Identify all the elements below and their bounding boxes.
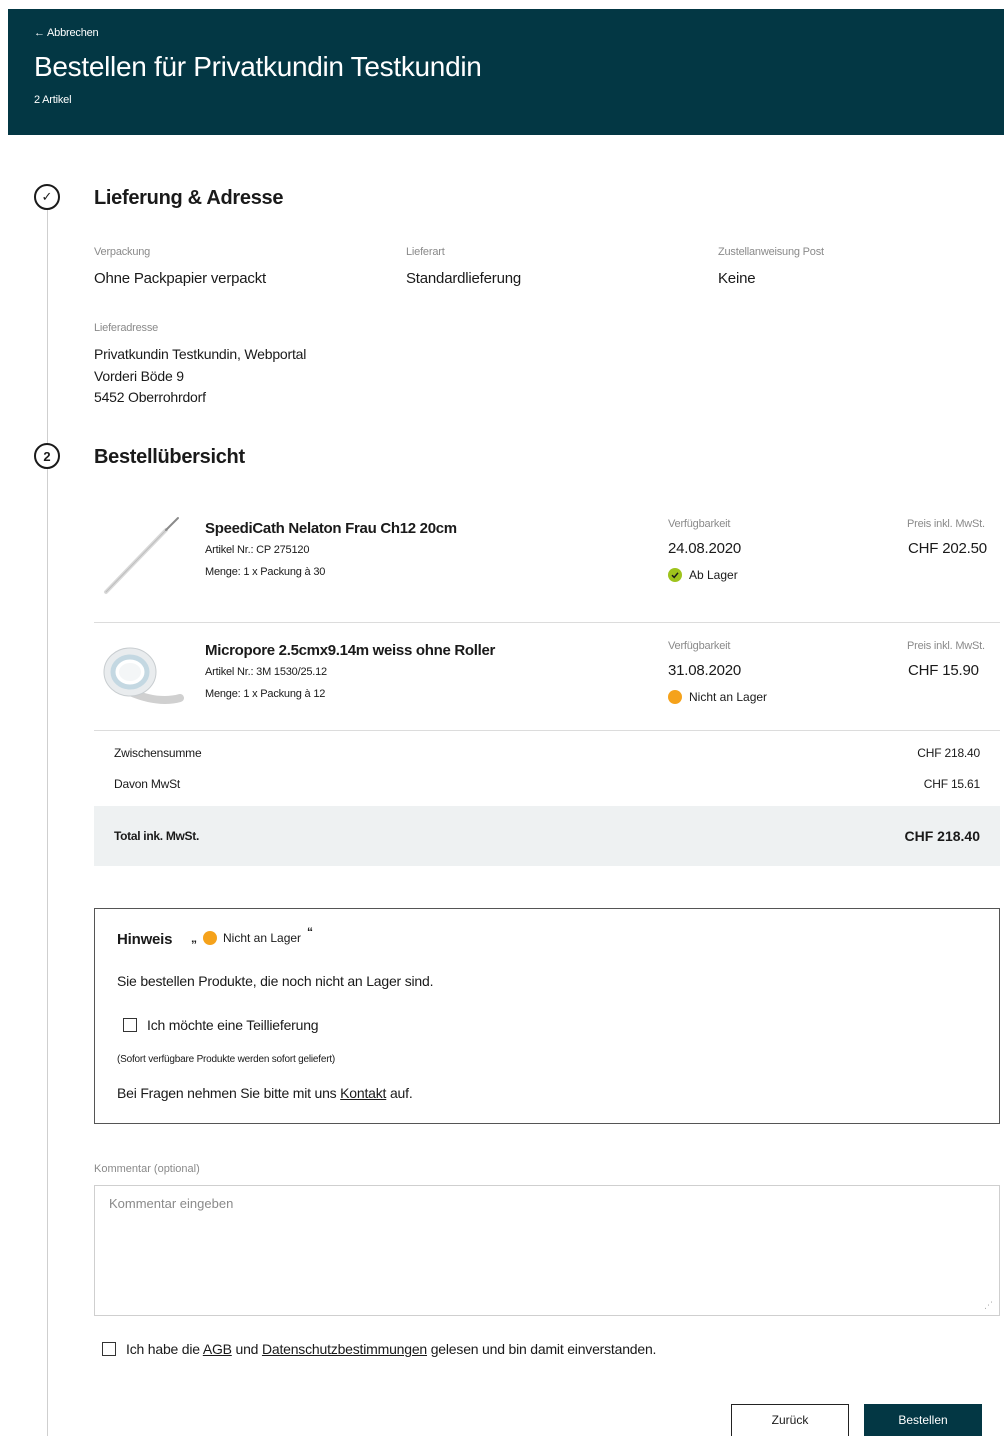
vat-label: Davon MwSt: [114, 777, 181, 791]
out-of-stock-dot-icon: [668, 690, 682, 704]
product-2-article-number: Artikel Nr.: 3M 1530/25.12: [205, 666, 327, 678]
contact-link[interactable]: Kontakt: [340, 1085, 386, 1101]
product-1-availability-label: Verfügbarkeit: [668, 518, 731, 530]
product-2-stock-status: Nicht an Lager: [668, 690, 767, 704]
page-title: Bestellen für Privatkundin Testkundin: [34, 51, 482, 82]
quote-open: „: [191, 931, 197, 945]
delivery-type-value: Standardlieferung: [406, 270, 522, 287]
terms-suffix: gelesen und bin damit einverstanden.: [430, 1341, 657, 1357]
product-1-availability-date: 24.08.2020: [668, 540, 742, 557]
product-1-price-label: Preis inkl. MwSt.: [907, 518, 985, 530]
product-2-name[interactable]: Micropore 2.5cmx9.14m weiss ohne Roller: [205, 642, 495, 659]
item-count: 2 Artikel: [34, 94, 72, 106]
out-of-stock-dot-icon: [203, 931, 217, 945]
total-value: CHF 218.40: [904, 828, 980, 844]
agb-link[interactable]: AGB: [203, 1341, 232, 1357]
subtotal-value: CHF 218.40: [917, 746, 980, 760]
partial-delivery-checkbox[interactable]: [123, 1018, 137, 1032]
overview-section-title: Bestellübersicht: [94, 446, 245, 468]
stock-notice-box: Hinweis „ Nicht an Lager “ Sie bestellen…: [94, 908, 1000, 1124]
quote-close: “: [307, 925, 314, 939]
post-instruction-label: Zustellanweisung Post: [718, 246, 824, 258]
packaging-label: Verpackung: [94, 246, 151, 258]
product-1-quantity: Menge: 1 x Packung à 30: [205, 566, 326, 578]
terms-checkbox[interactable]: [102, 1342, 116, 1356]
product-1-article-number: Artikel Nr.: CP 275120: [205, 544, 310, 556]
product-divider: [94, 622, 1000, 623]
contact-prefix: Bei Fragen nehmen Sie bitte mit uns: [117, 1085, 337, 1101]
notice-badge-text: Nicht an Lager: [223, 931, 302, 945]
terms-consent-row: Ich habe die AGB und Datenschutzbestimmu…: [102, 1341, 656, 1357]
cancel-link[interactable]: ← Abbrechen: [34, 27, 99, 39]
in-stock-check-icon: [668, 568, 682, 582]
contact-text: Bei Fragen nehmen Sie bitte mit uns Kont…: [117, 1085, 413, 1101]
privacy-link[interactable]: Datenschutzbestimmungen: [262, 1341, 427, 1357]
partial-delivery-hint: (Sofort verfügbare Produkte werden sofor…: [117, 1054, 336, 1065]
product-1-stock-text: Ab Lager: [689, 568, 738, 582]
notice-text: Sie bestellen Produkte, die noch nicht a…: [117, 973, 434, 989]
delivery-section-title: Lieferung & Adresse: [94, 187, 284, 209]
packaging-value: Ohne Packpapier verpackt: [94, 270, 266, 287]
terms-text: Ich habe die AGB und Datenschutzbestimmu…: [126, 1341, 656, 1357]
total-row: Total ink. MwSt. CHF 218.40: [94, 806, 1000, 866]
product-2-quantity: Menge: 1 x Packung à 12: [205, 688, 326, 700]
vat-value: CHF 15.61: [923, 777, 980, 791]
terms-prefix: Ich habe die: [126, 1341, 200, 1357]
product-2-price: CHF 15.90: [908, 662, 979, 679]
terms-middle: und: [235, 1341, 259, 1357]
notice-title: Hinweis: [117, 931, 173, 948]
partial-delivery-label[interactable]: Ich möchte eine Teillieferung: [147, 1017, 319, 1033]
product-2-stock-text: Nicht an Lager: [689, 690, 768, 704]
step-timeline-line: [47, 207, 48, 1436]
resize-grip-icon[interactable]: ⋰: [984, 1300, 993, 1311]
comment-input[interactable]: [94, 1185, 1000, 1316]
product-1-price: CHF 202.50: [908, 540, 987, 557]
tape-roll-image: [103, 647, 184, 704]
address-line-street: Vorderi Böde 9: [94, 368, 184, 384]
comment-label: Kommentar (optional): [94, 1163, 200, 1175]
product-1-stock-status: Ab Lager: [668, 568, 738, 582]
back-button[interactable]: Zurück: [731, 1404, 849, 1436]
summary-divider: [94, 730, 1000, 731]
product-2-price-label: Preis inkl. MwSt.: [907, 640, 985, 652]
subtotal-label: Zwischensumme: [114, 746, 202, 760]
page-header: ← Abbrechen Bestellen für Privatkundin T…: [8, 9, 1004, 135]
contact-suffix: auf.: [389, 1085, 413, 1101]
delivery-type-label: Lieferart: [406, 246, 445, 258]
order-button[interactable]: Bestellen: [864, 1404, 982, 1436]
total-label: Total ink. MwSt.: [114, 829, 199, 843]
address-line-name: Privatkundin Testkundin, Webportal: [94, 346, 307, 362]
step-2-number: 2: [34, 443, 60, 469]
address-label: Lieferadresse: [94, 322, 159, 334]
product-2-availability-date: 31.08.2020: [668, 662, 742, 679]
catheter-image: [104, 517, 179, 594]
product-2-availability-label: Verfügbarkeit: [668, 640, 731, 652]
address-line-city: 5452 Oberrohrdorf: [94, 389, 206, 405]
product-1-name[interactable]: SpeediCath Nelaton Frau Ch12 20cm: [205, 520, 457, 537]
post-instruction-value: Keine: [718, 270, 756, 287]
partial-delivery-option[interactable]: Ich möchte eine Teillieferung: [123, 1017, 319, 1033]
step-1-check-icon: ✓: [34, 184, 60, 210]
notice-stock-badge: „ Nicht an Lager “: [191, 925, 313, 945]
